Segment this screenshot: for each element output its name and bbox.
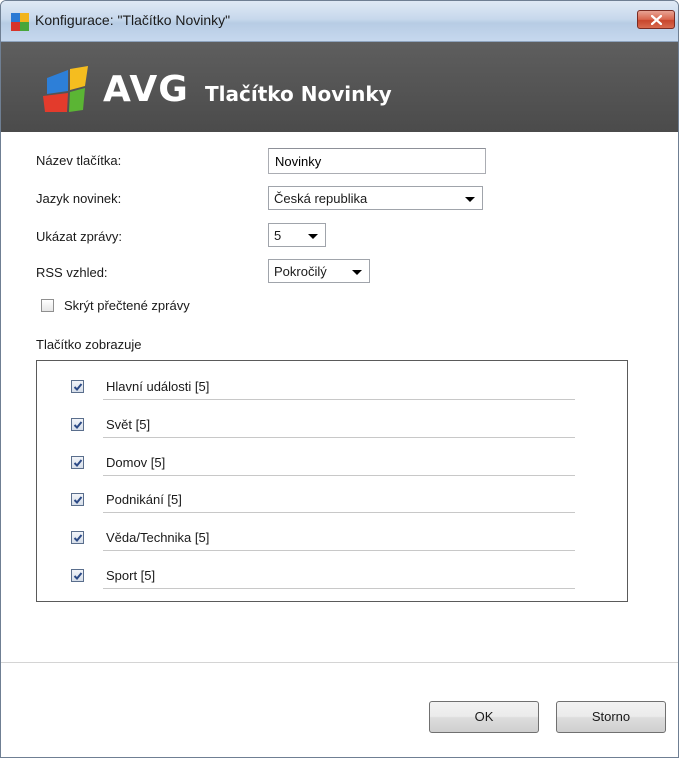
news-item-checkbox[interactable] — [71, 569, 84, 582]
news-language-value: Česká republika — [274, 191, 368, 206]
news-item-veda-technika[interactable]: Věda/Technika [5] — [71, 526, 575, 552]
news-item-sport[interactable]: Sport [5] — [71, 564, 575, 590]
avg-app-icon — [11, 13, 29, 31]
avg-logo-text: AVG — [103, 69, 189, 110]
dropdown-arrow-icon — [352, 270, 362, 275]
news-item-podnikani[interactable]: Podnikání [5] — [71, 488, 575, 514]
rss-look-select[interactable]: Pokročilý — [268, 259, 370, 283]
avg-logo-icon — [43, 66, 88, 112]
checkmark-icon — [73, 421, 83, 429]
title-bar[interactable]: Konfigurace: "Tlačítko Novinky" — [1, 1, 678, 42]
banner-title: Tlačítko Novinky — [205, 82, 392, 106]
divider — [103, 550, 575, 551]
news-item-label: Hlavní události [5] — [106, 379, 210, 394]
news-item-label: Domov [5] — [106, 455, 166, 470]
news-item-checkbox[interactable] — [71, 456, 84, 469]
news-item-checkbox[interactable] — [71, 418, 84, 431]
news-item-checkbox[interactable] — [71, 493, 84, 506]
show-messages-value: 5 — [274, 228, 282, 243]
checkmark-icon — [73, 383, 83, 391]
news-item-checkbox[interactable] — [71, 531, 84, 544]
button-name-input[interactable] — [268, 148, 486, 174]
divider — [103, 512, 575, 513]
window-title: Konfigurace: "Tlačítko Novinky" — [35, 12, 231, 28]
show-messages-select[interactable]: 5 — [268, 223, 326, 247]
close-icon — [651, 15, 662, 25]
news-item-domov[interactable]: Domov [5] — [71, 451, 575, 477]
footer-divider — [1, 662, 678, 663]
config-dialog: Konfigurace: "Tlačítko Novinky" AVG Tlač… — [0, 0, 679, 758]
button-name-label: Název tlačítka: — [36, 153, 122, 168]
news-item-label: Věda/Technika [5] — [106, 530, 210, 545]
news-item-label: Svět [5] — [106, 417, 151, 432]
ok-button[interactable]: OK — [429, 701, 539, 733]
divider — [103, 588, 575, 589]
hide-read-checkbox[interactable] — [41, 299, 54, 312]
checkmark-icon — [73, 572, 83, 580]
hide-read-label: Skrýt přečtené zprávy — [64, 298, 190, 313]
dropdown-arrow-icon — [465, 197, 475, 202]
checkmark-icon — [73, 496, 83, 504]
divider — [103, 475, 575, 476]
divider — [103, 399, 575, 400]
divider — [103, 437, 575, 438]
cancel-button[interactable]: Storno — [556, 701, 666, 733]
rss-look-label: RSS vzhled: — [36, 265, 108, 280]
news-categories-box: Hlavní události [5] Svět [5] Domov [5] P… — [36, 360, 628, 602]
news-item-svet[interactable]: Svět [5] — [71, 413, 575, 439]
close-button[interactable] — [637, 10, 675, 29]
show-messages-label: Ukázat zprávy: — [36, 229, 122, 244]
dropdown-arrow-icon — [308, 234, 318, 239]
news-language-label: Jazyk novinek: — [36, 191, 122, 206]
checkmark-icon — [73, 534, 83, 542]
news-item-label: Podnikání [5] — [106, 492, 182, 507]
avg-banner: AVG Tlačítko Novinky — [1, 42, 678, 132]
group-label: Tlačítko zobrazuje — [36, 337, 142, 352]
rss-look-value: Pokročilý — [274, 264, 327, 279]
news-item-label: Sport [5] — [106, 568, 156, 583]
news-item-checkbox[interactable] — [71, 380, 84, 393]
news-item-hlavni-udalosti[interactable]: Hlavní události [5] — [71, 375, 575, 401]
checkmark-icon — [73, 459, 83, 467]
news-language-select[interactable]: Česká republika — [268, 186, 483, 210]
